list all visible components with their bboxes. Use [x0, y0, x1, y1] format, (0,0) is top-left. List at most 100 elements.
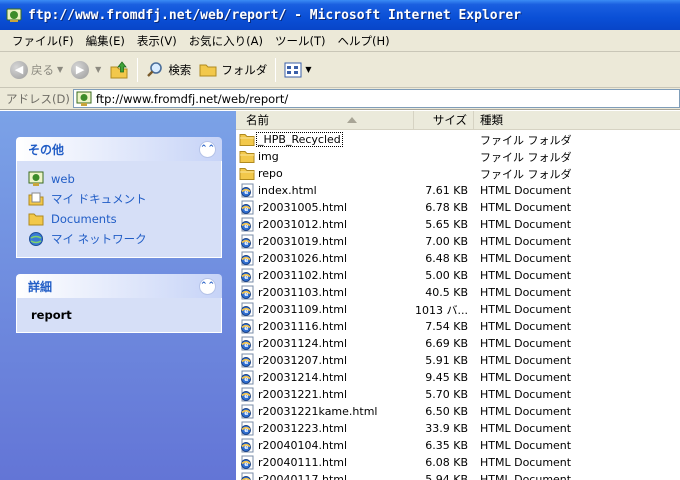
other-places-header[interactable]: その他 ⌃⌃ [16, 137, 222, 161]
html-document-icon: e [241, 302, 254, 317]
html-document-icon: e [241, 404, 254, 419]
window-title: ftp://www.fromdfj.net/web/report/ - Micr… [28, 7, 522, 23]
file-type: HTML Document [480, 439, 572, 452]
other-link-web[interactable]: web [27, 169, 211, 189]
other-places-title: その他 [28, 142, 65, 157]
file-row[interactable]: e r20031019.html 7.00 KB HTML Document [236, 233, 680, 250]
svg-text:e: e [244, 427, 248, 434]
ie-icon [6, 8, 22, 22]
menu-help[interactable]: ヘルプ(H) [332, 33, 396, 49]
file-name-cell: repo [236, 166, 414, 181]
file-type: HTML Document [480, 184, 572, 197]
file-name-cell: e r20031005.html [236, 200, 414, 215]
file-type: HTML Document [480, 405, 572, 418]
other-link-label: web [51, 172, 75, 186]
file-row[interactable]: e r20031109.html 1013 バ... HTML Document [236, 301, 680, 318]
other-link-my-documents[interactable]: マイ ドキュメント [27, 189, 211, 209]
column-header-size[interactable]: サイズ [414, 111, 474, 129]
views-dropdown-icon[interactable]: ▼ [305, 65, 311, 74]
file-row[interactable]: e r20031012.html 5.65 KB HTML Document [236, 216, 680, 233]
file-size: 7.54 KB [425, 320, 468, 333]
file-row[interactable]: e r20031103.html 40.5 KB HTML Document [236, 284, 680, 301]
search-button[interactable]: 検索 [142, 57, 195, 83]
menu-tools[interactable]: ツール(T) [269, 33, 332, 49]
file-row[interactable]: e r20031124.html 6.69 KB HTML Document [236, 335, 680, 352]
file-type: HTML Document [480, 354, 572, 367]
menu-favorites[interactable]: お気に入り(A) [183, 33, 269, 49]
file-size: 5.70 KB [425, 388, 468, 401]
file-name-cell: img [236, 149, 414, 164]
file-name-cell: e r20031221kame.html [236, 404, 414, 419]
file-row[interactable]: e r20031102.html 5.00 KB HTML Document [236, 267, 680, 284]
html-document-icon: e [241, 370, 254, 385]
file-name: r20031221.html [258, 388, 348, 401]
file-name: r20031124.html [258, 337, 348, 350]
menu-edit[interactable]: 編集(E) [80, 33, 131, 49]
views-button[interactable]: ▼ [280, 57, 315, 83]
details-header[interactable]: 詳細 ⌃⌃ [16, 274, 222, 298]
html-document-icon: e [241, 421, 254, 436]
network-icon [27, 231, 45, 247]
file-row[interactable]: e r20031116.html 7.54 KB HTML Document [236, 318, 680, 335]
file-size: 40.5 KB [425, 286, 468, 299]
file-type: ファイル フォルダ [480, 167, 572, 181]
column-header-name[interactable]: 名前 [236, 111, 414, 129]
address-input[interactable]: ftp://www.fromdfj.net/web/report/ [72, 89, 680, 108]
toolbar-separator [275, 57, 277, 82]
file-row[interactable]: e r20031221.html 5.70 KB HTML Document [236, 386, 680, 403]
column-header-type[interactable]: 種類 [474, 111, 680, 129]
file-name-cell: _HPB_Recycled [236, 132, 414, 147]
file-name: r20031214.html [258, 371, 348, 384]
file-row[interactable]: e r20031221kame.html 6.50 KB HTML Document [236, 403, 680, 420]
folders-button[interactable]: フォルダ [195, 57, 271, 83]
svg-text:e: e [244, 308, 248, 315]
details-title: 詳細 [28, 279, 53, 294]
file-size: 5.00 KB [425, 269, 468, 282]
file-size: 5.91 KB [425, 354, 468, 367]
collapse-icon[interactable]: ⌃⌃ [199, 277, 216, 295]
html-document-icon: e [241, 217, 254, 232]
file-type: HTML Document [480, 422, 572, 435]
column-size-label: サイズ [432, 113, 467, 127]
other-link-my-network[interactable]: マイ ネットワーク [27, 229, 211, 249]
svg-text:e: e [244, 257, 248, 264]
file-row[interactable]: e r20040117.html 5.94 KB HTML Document [236, 471, 680, 480]
file-row[interactable]: _HPB_Recycled ファイル フォルダ [236, 131, 680, 148]
html-document-icon: e [241, 234, 254, 249]
file-row[interactable]: repo ファイル フォルダ [236, 165, 680, 182]
html-document-icon: e [241, 438, 254, 453]
svg-text:e: e [244, 444, 248, 451]
back-button[interactable]: ◀ 戻る ▼ [6, 57, 67, 83]
file-row[interactable]: e index.html 7.61 KB HTML Document [236, 182, 680, 199]
file-size: 6.69 KB [425, 337, 468, 350]
up-folder-button[interactable] [105, 57, 133, 83]
html-document-icon: e [241, 251, 254, 266]
html-document-icon: e [241, 319, 254, 334]
file-name-cell: e r20031124.html [236, 336, 414, 351]
forward-dropdown-icon[interactable]: ▼ [95, 65, 101, 74]
forward-button[interactable]: ▶ ▼ [67, 57, 105, 83]
html-document-icon: e [241, 455, 254, 470]
svg-text:e: e [244, 393, 248, 400]
collapse-icon[interactable]: ⌃⌃ [199, 140, 216, 158]
file-name: repo [258, 167, 283, 180]
other-link-label: マイ ネットワーク [51, 232, 147, 246]
address-bar: アドレス(D) ftp://www.fromdfj.net/web/report… [0, 88, 680, 110]
file-row[interactable]: e r20031207.html 5.91 KB HTML Document [236, 352, 680, 369]
other-link-documents[interactable]: Documents [27, 209, 211, 229]
file-row[interactable]: e r20031026.html 6.48 KB HTML Document [236, 250, 680, 267]
file-row[interactable]: e r20040104.html 6.35 KB HTML Document [236, 437, 680, 454]
svg-text:e: e [244, 376, 248, 383]
file-name-cell: e r20031103.html [236, 285, 414, 300]
file-size: 33.9 KB [425, 422, 468, 435]
file-row[interactable]: e r20031223.html 33.9 KB HTML Document [236, 420, 680, 437]
file-row[interactable]: e r20031214.html 9.45 KB HTML Document [236, 369, 680, 386]
menu-view[interactable]: 表示(V) [131, 33, 183, 49]
file-row[interactable]: e r20031005.html 6.78 KB HTML Document [236, 199, 680, 216]
file-row[interactable]: img ファイル フォルダ [236, 148, 680, 165]
menu-file[interactable]: ファイル(F) [6, 33, 80, 49]
back-dropdown-icon[interactable]: ▼ [57, 65, 63, 74]
file-size: 6.78 KB [425, 201, 468, 214]
file-size: 5.94 KB [425, 473, 468, 480]
file-row[interactable]: e r20040111.html 6.08 KB HTML Document [236, 454, 680, 471]
